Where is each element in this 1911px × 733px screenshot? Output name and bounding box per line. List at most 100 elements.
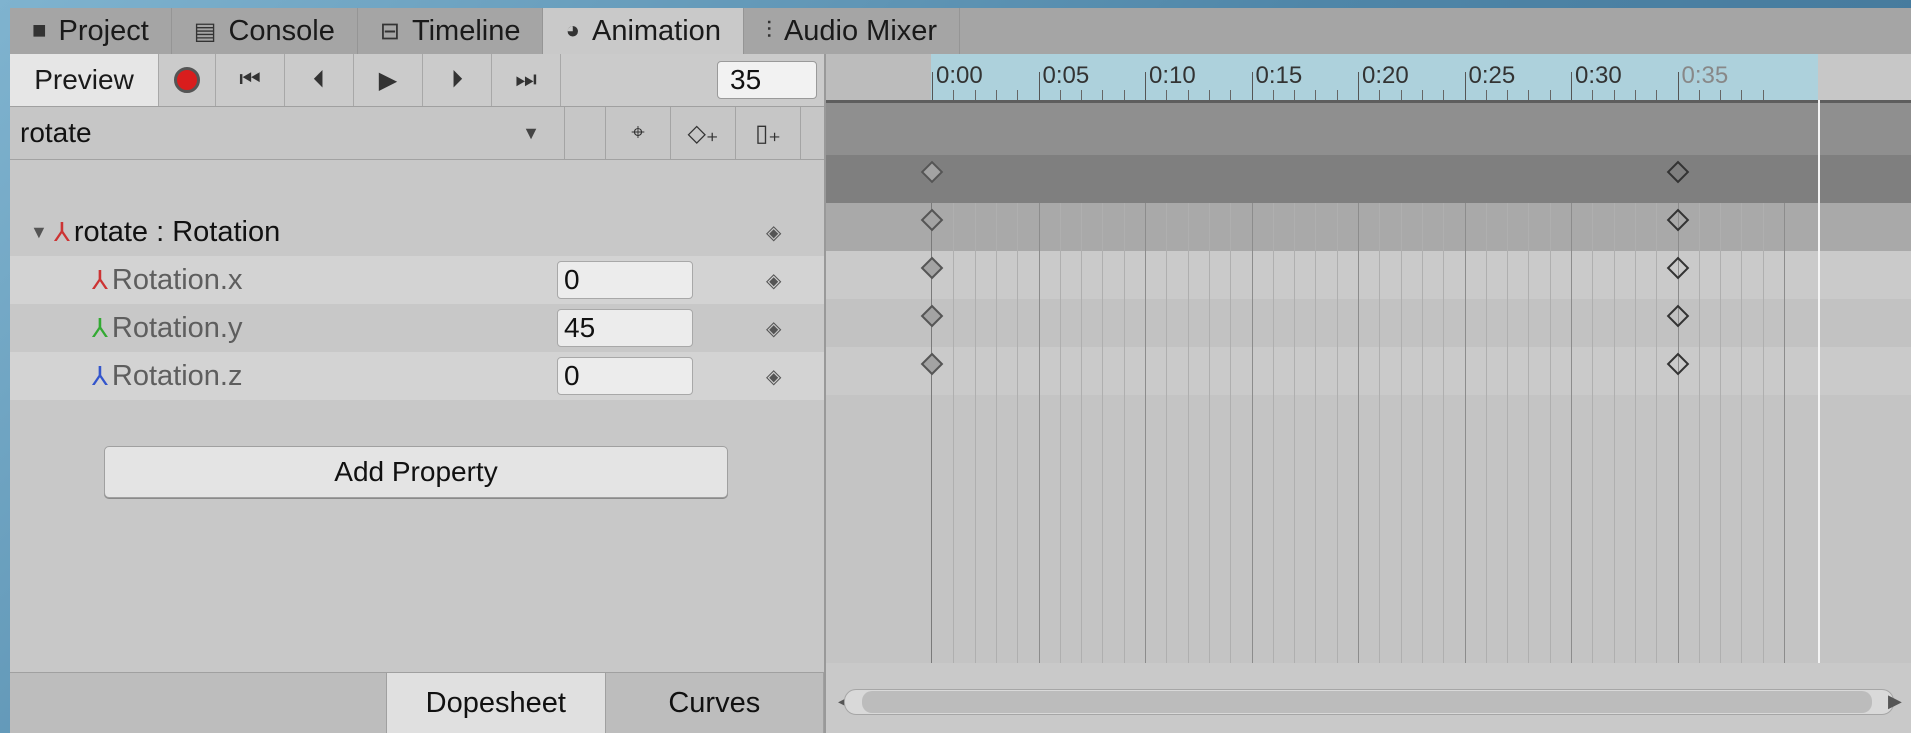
grid-line — [953, 203, 955, 663]
time-ruler[interactable]: 0:00 0:05 0:10 0:15 0:20 0:25 0:30 0:35 — [826, 54, 1911, 103]
time-tick-minor — [1081, 90, 1083, 100]
tab-animation[interactable]: ◕ Animation — [543, 8, 744, 54]
time-tick-minor — [1656, 90, 1658, 100]
grid-line — [1251, 203, 1253, 663]
horizontal-scrollbar[interactable]: ◀ ▶ — [826, 663, 1911, 733]
time-tick-major — [1677, 72, 1679, 100]
chevron-down-icon: ▼ — [522, 122, 540, 143]
record-button[interactable] — [159, 54, 216, 106]
time-tick-minor — [1400, 90, 1402, 100]
time-tick-major — [1571, 72, 1572, 100]
grid-line — [995, 203, 997, 663]
add-property-button[interactable]: Add Property — [104, 446, 728, 498]
grid-line — [1400, 203, 1402, 663]
time-tick-major — [1145, 72, 1146, 100]
preview-button[interactable]: Preview — [10, 54, 159, 106]
grid-line — [1592, 203, 1594, 663]
grid-line — [1485, 203, 1487, 663]
mixer-icon: ⫶ — [765, 17, 772, 44]
grid-line — [1741, 203, 1743, 663]
view-mode-tabs: Dopesheet Curves — [10, 672, 825, 733]
rotation-x-field[interactable] — [557, 261, 693, 299]
scroll-thumb[interactable] — [862, 691, 1872, 713]
keyframe-icon[interactable]: ◈ — [766, 364, 781, 389]
expand-caret-icon[interactable]: ▼ — [30, 222, 48, 243]
time-tick-minor — [1698, 90, 1700, 100]
time-tick-major — [1464, 72, 1466, 100]
keyframe-icon[interactable]: ◈ — [766, 220, 781, 245]
grid-line — [1145, 203, 1146, 663]
time-tick-major — [1251, 72, 1253, 100]
rotation-axis-icon: ⅄ — [54, 216, 70, 247]
grid-line — [1634, 203, 1636, 663]
grid-line — [1123, 203, 1125, 663]
tab-label: Audio Mixer — [783, 14, 938, 47]
tab-curves[interactable]: Curves — [606, 673, 825, 733]
property-group-row[interactable]: ▼ ⅄ rotate : Rotation ◈ — [10, 208, 824, 256]
rotation-z-field[interactable] — [557, 357, 693, 395]
property-row-z[interactable]: ⅄ Rotation.z ◈ — [10, 352, 824, 400]
time-tick-minor — [1059, 90, 1061, 100]
playhead[interactable] — [1818, 100, 1820, 663]
time-tick-minor — [953, 90, 955, 100]
tab-project[interactable]: ■ Project — [10, 8, 172, 54]
grid-line — [1081, 203, 1083, 663]
time-tick-minor — [1741, 90, 1743, 100]
grid-line — [1698, 203, 1700, 663]
time-tick-minor — [1102, 90, 1104, 100]
time-tick-minor — [1634, 90, 1636, 100]
rotation-axis-icon: ⅄ — [92, 360, 108, 391]
keyframe-icon[interactable]: ◈ — [766, 268, 781, 293]
group-track-row[interactable] — [826, 203, 1911, 251]
grid-line — [1315, 203, 1317, 663]
property-row-x[interactable]: ⅄ Rotation.x ◈ — [10, 256, 824, 304]
play-button[interactable]: ▶ — [354, 54, 423, 106]
time-tick-minor — [1720, 90, 1722, 100]
time-tick-minor — [1762, 90, 1764, 100]
time-tick-minor — [1230, 90, 1232, 100]
time-tick-minor — [1017, 90, 1019, 100]
next-keyframe-button[interactable]: ⏵ — [423, 54, 492, 106]
grid-line — [1656, 203, 1658, 663]
grid-line — [1102, 203, 1104, 663]
clip-dropdown[interactable]: rotate ▼ — [10, 107, 565, 159]
time-tick-minor — [1443, 90, 1445, 100]
rotation-y-field[interactable] — [557, 309, 693, 347]
keyframe-icon[interactable]: ◈ — [766, 316, 781, 341]
frame-input[interactable] — [717, 61, 817, 99]
track-row-x[interactable] — [826, 251, 1911, 299]
prev-keyframe-button[interactable]: ⏴ — [285, 54, 354, 106]
tab-console[interactable]: ▤ Console — [172, 8, 358, 54]
tab-timeline[interactable]: ⊟ Timeline — [358, 8, 544, 54]
last-keyframe-button[interactable]: ⏭ — [492, 54, 561, 106]
time-tick-minor — [1315, 90, 1317, 100]
tab-dopesheet[interactable]: Dopesheet — [387, 673, 606, 733]
scroll-right-arrow-icon[interactable]: ▶ — [1888, 691, 1902, 712]
grid-line — [1038, 203, 1040, 663]
dopesheet-panel[interactable]: 0:00 0:05 0:10 0:15 0:20 0:25 0:30 0:35 ◀ ▶ — [826, 54, 1911, 733]
tab-audio-mixer[interactable]: ⫶ Audio Mixer — [744, 8, 961, 54]
time-tick-label: 0:20 — [1362, 62, 1409, 89]
grid-line — [1272, 203, 1274, 663]
first-keyframe-button[interactable]: ⏮ — [216, 54, 285, 106]
ruler-gutter — [826, 54, 931, 100]
ruler-beyond-end — [1818, 54, 1911, 100]
grid-line — [1294, 203, 1296, 663]
grid-line — [1336, 203, 1338, 663]
time-tick-minor — [974, 90, 976, 100]
grid-line — [974, 203, 976, 663]
track-row-z[interactable] — [826, 347, 1911, 395]
timeline-icon: ⊟ — [379, 17, 400, 45]
time-tick-minor — [1485, 90, 1487, 100]
time-tick-minor — [1421, 90, 1423, 100]
folder-icon: ■ — [32, 17, 47, 44]
clip-summary-row — [826, 103, 1911, 155]
grid-line — [1017, 203, 1019, 663]
filter-keyframes-button[interactable]: ⌖ — [606, 107, 671, 159]
add-keyframe-button[interactable]: ◇₊ — [671, 107, 736, 159]
property-row-y[interactable]: ⅄ Rotation.y ◈ — [10, 304, 824, 352]
property-label: Rotation.z — [111, 359, 243, 392]
add-event-button[interactable]: ▯₊ — [736, 107, 801, 159]
track-row-y[interactable] — [826, 299, 1911, 347]
keyframe-summary-row[interactable] — [826, 155, 1911, 203]
